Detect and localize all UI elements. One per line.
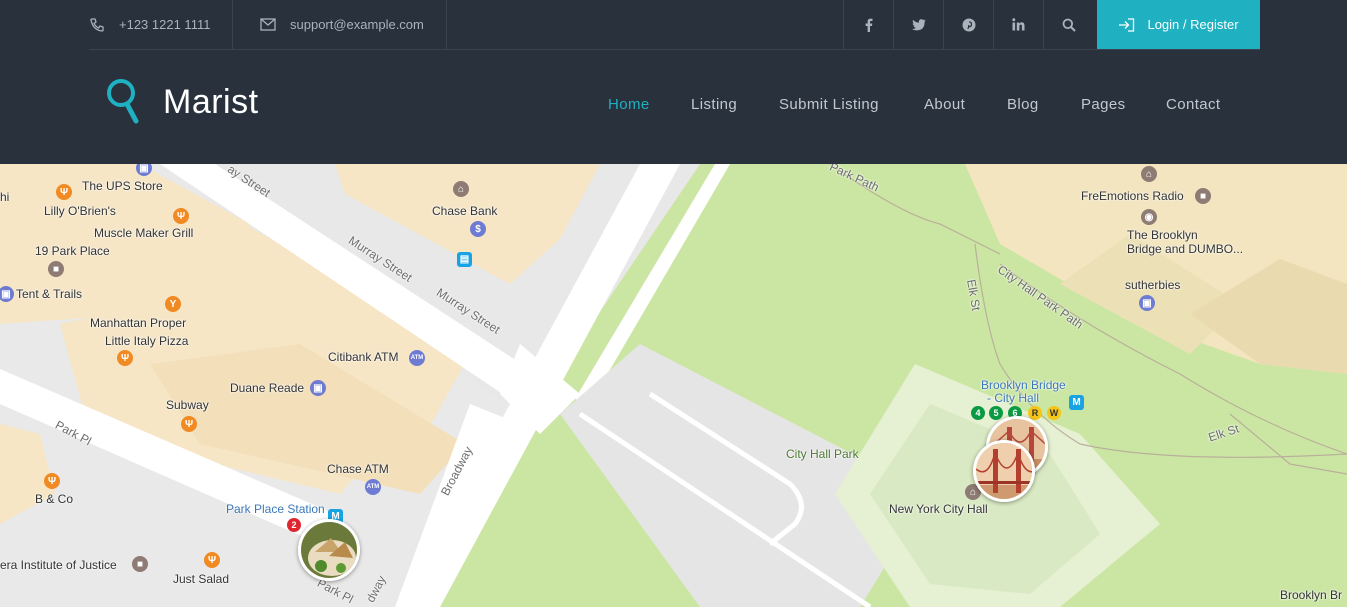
place-label[interactable]: era Institute of Justice bbox=[0, 558, 117, 572]
restaurant-pin-icon[interactable]: Ψ bbox=[56, 184, 72, 200]
facebook-icon bbox=[865, 18, 872, 32]
place-label[interactable]: The Brooklyn Bridge and DUMBO... bbox=[1127, 228, 1243, 256]
place-label[interactable]: Brooklyn Br bbox=[1280, 588, 1342, 602]
place-label[interactable]: Park Place Station bbox=[226, 502, 325, 516]
subway-station-icon[interactable]: M bbox=[1069, 395, 1084, 410]
magnifier-logo-icon bbox=[107, 79, 139, 124]
search-button[interactable] bbox=[1043, 0, 1093, 49]
place-label[interactable]: City Hall Park bbox=[786, 447, 859, 461]
login-register-button[interactable]: Login / Register bbox=[1097, 0, 1260, 49]
subway-line-r-badge: R bbox=[1028, 406, 1042, 420]
bridge-photo-icon bbox=[976, 443, 1032, 499]
food-photo-icon bbox=[301, 522, 357, 578]
landmark-pin-icon[interactable]: ■ bbox=[48, 261, 64, 277]
restaurant-pin-icon[interactable]: Ψ bbox=[117, 350, 133, 366]
nav-listing[interactable]: Listing bbox=[691, 96, 737, 113]
shop-pin-icon[interactable]: ▣ bbox=[310, 380, 326, 396]
listing-marker-bridge[interactable] bbox=[973, 440, 1035, 502]
top-bar: +123 1221 1111 support@example.com Login… bbox=[89, 0, 1260, 50]
bar-pin-icon[interactable]: Y bbox=[165, 296, 181, 312]
divider bbox=[446, 0, 447, 49]
twitter-link[interactable] bbox=[893, 0, 943, 49]
place-label[interactable]: sutherbies bbox=[1125, 278, 1180, 292]
place-label: hi bbox=[0, 190, 10, 204]
dollar-pin-icon[interactable]: $ bbox=[470, 221, 486, 237]
place-label[interactable]: Muscle Maker Grill bbox=[94, 226, 193, 240]
place-label[interactable]: Tent & Trails bbox=[16, 287, 82, 301]
nav-pages[interactable]: Pages bbox=[1081, 96, 1126, 113]
bus-stop-icon[interactable]: ▤ bbox=[457, 252, 472, 267]
shop-pin-icon[interactable]: ▣ bbox=[1139, 295, 1155, 311]
place-label[interactable]: 19 Park Place bbox=[35, 244, 110, 258]
login-label: Login / Register bbox=[1147, 17, 1239, 32]
pinterest-link[interactable] bbox=[943, 0, 993, 49]
landmark-pin-icon[interactable]: ■ bbox=[1195, 188, 1211, 204]
subway-line-4-badge: 4 bbox=[971, 406, 985, 420]
pinterest-icon bbox=[962, 18, 975, 31]
envelope-icon bbox=[260, 18, 276, 31]
email-contact[interactable]: support@example.com bbox=[260, 0, 424, 49]
sign-in-icon bbox=[1119, 17, 1135, 32]
atm-pin-icon[interactable]: ATM bbox=[365, 479, 381, 495]
linkedin-link[interactable] bbox=[993, 0, 1043, 49]
place-label[interactable]: Brooklyn Bridge bbox=[981, 378, 1066, 392]
atm-pin-icon[interactable]: ATM bbox=[409, 350, 425, 366]
search-icon bbox=[1062, 18, 1076, 32]
phone-number: +123 1221 1111 bbox=[119, 17, 211, 32]
place-label[interactable]: Chase ATM bbox=[327, 462, 389, 476]
restaurant-pin-icon[interactable]: Ψ bbox=[173, 208, 189, 224]
camera-pin-icon[interactable]: ◉ bbox=[1141, 209, 1157, 225]
place-label[interactable]: Just Salad bbox=[173, 572, 229, 586]
subway-line-w-badge: W bbox=[1047, 406, 1061, 420]
place-label[interactable]: Chase Bank bbox=[432, 204, 497, 218]
restaurant-pin-icon[interactable]: Ψ bbox=[44, 473, 60, 489]
place-label[interactable]: Subway bbox=[166, 398, 209, 412]
nav-blog[interactable]: Blog bbox=[1007, 96, 1039, 113]
subway-line-2-badge: 2 bbox=[287, 518, 301, 532]
museum-pin-icon[interactable]: ⌂ bbox=[1141, 166, 1157, 182]
linkedin-icon bbox=[1012, 18, 1025, 31]
divider bbox=[232, 0, 233, 49]
phone-icon bbox=[90, 17, 104, 32]
brand-name: Marist bbox=[163, 82, 259, 121]
nav-home[interactable]: Home bbox=[608, 96, 650, 113]
nav-contact[interactable]: Contact bbox=[1166, 96, 1221, 113]
place-label[interactable]: FreEmotions Radio bbox=[1081, 189, 1184, 203]
facebook-link[interactable] bbox=[843, 0, 893, 49]
place-label[interactable]: B & Co bbox=[35, 492, 73, 506]
place-label[interactable]: New York City Hall bbox=[889, 502, 988, 516]
place-label[interactable]: - City Hall bbox=[987, 391, 1039, 405]
place-label[interactable]: Little Italy Pizza bbox=[105, 334, 188, 348]
landmark-pin-icon[interactable]: ■ bbox=[132, 556, 148, 572]
map-view[interactable]: ay Street Murray Street Murray Street Pa… bbox=[0, 164, 1347, 607]
place-label[interactable]: Manhattan Proper bbox=[90, 316, 186, 330]
bank-pin-icon[interactable]: ⌂ bbox=[453, 181, 469, 197]
nav-submit-listing[interactable]: Submit Listing bbox=[779, 96, 879, 113]
site-header: +123 1221 1111 support@example.com Login… bbox=[0, 0, 1347, 164]
email-address: support@example.com bbox=[290, 17, 424, 32]
place-label[interactable]: Lilly O'Brien's bbox=[44, 204, 116, 218]
listing-marker-food[interactable] bbox=[298, 519, 360, 581]
restaurant-pin-icon[interactable]: Ψ bbox=[204, 552, 220, 568]
twitter-icon bbox=[911, 18, 926, 30]
place-label[interactable]: Citibank ATM bbox=[328, 350, 398, 364]
site-logo[interactable]: Marist bbox=[105, 78, 259, 126]
place-label[interactable]: The UPS Store bbox=[82, 179, 163, 193]
nav-about[interactable]: About bbox=[924, 96, 965, 113]
restaurant-pin-icon[interactable]: Ψ bbox=[181, 416, 197, 432]
subway-line-5-badge: 5 bbox=[989, 406, 1003, 420]
phone-contact[interactable]: +123 1221 1111 bbox=[89, 0, 210, 49]
place-label[interactable]: Duane Reade bbox=[230, 381, 304, 395]
